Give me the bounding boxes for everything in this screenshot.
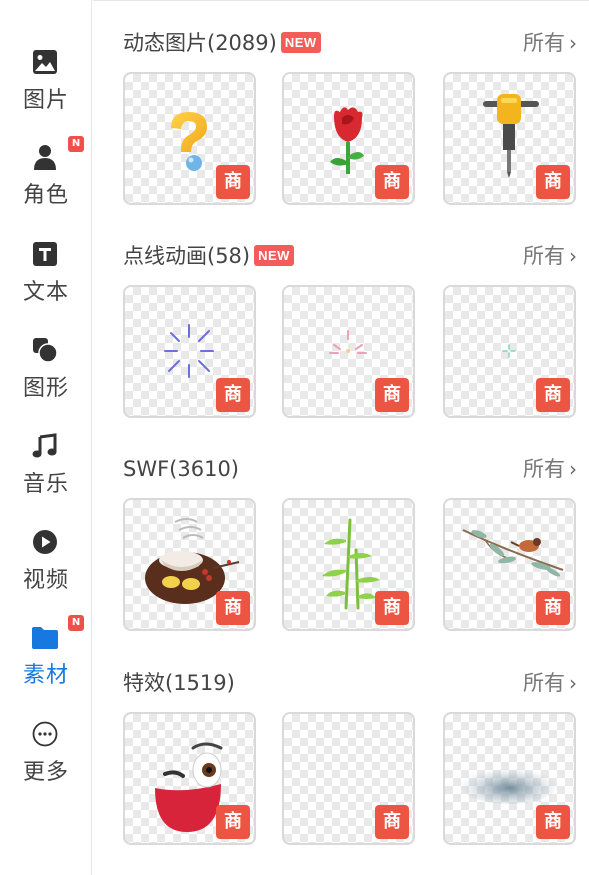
image-icon (31, 48, 59, 76)
asset-tile[interactable]: 商 (123, 498, 256, 631)
section-title: 点线动画(58) NEW (123, 241, 294, 271)
section-title: SWF(3610) (123, 454, 239, 484)
asset-tile[interactable]: 商 (443, 712, 576, 845)
commercial-badge: 商 (375, 805, 409, 839)
section-title-text: 点线动画(58) (123, 244, 251, 268)
person-icon (31, 143, 59, 171)
asset-tile[interactable]: 商 (123, 712, 256, 845)
asset-tile[interactable]: 商 (282, 285, 415, 418)
chevron-right-icon: › (569, 31, 577, 55)
sidebar-item-more[interactable]: 更多 (0, 710, 92, 800)
text-icon (31, 240, 59, 268)
commercial-badge: 商 (216, 165, 250, 199)
commercial-badge: 商 (536, 165, 570, 199)
chevron-right-icon: › (569, 244, 577, 268)
chevron-right-icon: › (569, 671, 577, 695)
section-title-text: 特效(1519) (123, 671, 235, 695)
section-header: 动态图片(2089) NEW 所有 › (123, 28, 577, 58)
asset-tile[interactable]: 商 (282, 72, 415, 205)
new-badge: NEW (280, 31, 321, 53)
see-all-link[interactable]: 所有 › (523, 28, 577, 58)
sidebar: 图片 N 角色 文本 图形 音乐 视频 N 素材 更多 (0, 0, 92, 875)
play-icon (31, 528, 59, 556)
asset-tile[interactable]: 商 (123, 285, 256, 418)
asset-tile[interactable]: 商 (443, 72, 576, 205)
sidebar-item-label: 图形 (22, 376, 69, 401)
more-icon (31, 720, 59, 748)
shapes-icon (31, 336, 59, 364)
sidebar-item-label: 音乐 (22, 472, 69, 497)
section-header: SWF(3610) 所有 › (123, 454, 577, 484)
sidebar-item-label: 图片 (22, 88, 69, 113)
section-title-text: SWF(3610) (123, 457, 240, 481)
section-title: 特效(1519) (123, 668, 235, 698)
section-title: 动态图片(2089) NEW (123, 28, 321, 58)
materials-panel: 动态图片(2089) NEW 所有 › 商 商 商 点线动画(58) NEW 所… (93, 0, 589, 875)
commercial-badge: 商 (216, 591, 250, 625)
sidebar-item-roles[interactable]: N 角色 (0, 136, 92, 226)
asset-tile[interactable]: 商 (443, 498, 576, 631)
commercial-badge: 商 (216, 378, 250, 412)
see-all-label: 所有 (523, 31, 565, 55)
sidebar-item-label: 角色 (22, 183, 69, 208)
sidebar-item-video[interactable]: 视频 (0, 520, 92, 610)
see-all-link[interactable]: 所有 › (523, 454, 577, 484)
new-indicator: N (68, 136, 84, 152)
asset-tile[interactable]: 商 (282, 712, 415, 845)
section-header: 点线动画(58) NEW 所有 › (123, 241, 577, 271)
asset-tile[interactable]: 商 (443, 285, 576, 418)
commercial-badge: 商 (536, 805, 570, 839)
commercial-badge: 商 (375, 165, 409, 199)
sidebar-item-images[interactable]: 图片 (0, 40, 92, 130)
see-all-label: 所有 (523, 244, 565, 268)
see-all-link[interactable]: 所有 › (523, 668, 577, 698)
sidebar-item-label: 视频 (22, 568, 69, 593)
sidebar-item-shapes[interactable]: 图形 (0, 328, 92, 418)
new-indicator: N (68, 615, 84, 631)
commercial-badge: 商 (536, 591, 570, 625)
sidebar-item-text[interactable]: 文本 (0, 232, 92, 322)
sidebar-item-label: 素材 (22, 663, 69, 688)
section-title-text: 动态图片(2089) (123, 31, 277, 55)
sidebar-item-label: 更多 (22, 760, 69, 785)
new-badge: NEW (254, 244, 294, 266)
chevron-right-icon: › (569, 457, 577, 481)
music-icon (31, 432, 59, 460)
commercial-badge: 商 (375, 378, 409, 412)
sidebar-item-music[interactable]: 音乐 (0, 424, 92, 514)
asset-tile[interactable]: 商 (282, 498, 415, 631)
commercial-badge: 商 (536, 378, 570, 412)
sidebar-item-label: 文本 (22, 280, 69, 305)
asset-tile[interactable]: 商 (123, 72, 256, 205)
section-header: 特效(1519) 所有 › (123, 668, 577, 698)
see-all-link[interactable]: 所有 › (523, 241, 577, 271)
sidebar-item-materials[interactable]: N 素材 (0, 614, 92, 704)
commercial-badge: 商 (375, 591, 409, 625)
commercial-badge: 商 (216, 805, 250, 839)
folder-icon (31, 623, 59, 651)
see-all-label: 所有 (523, 671, 565, 695)
see-all-label: 所有 (523, 457, 565, 481)
